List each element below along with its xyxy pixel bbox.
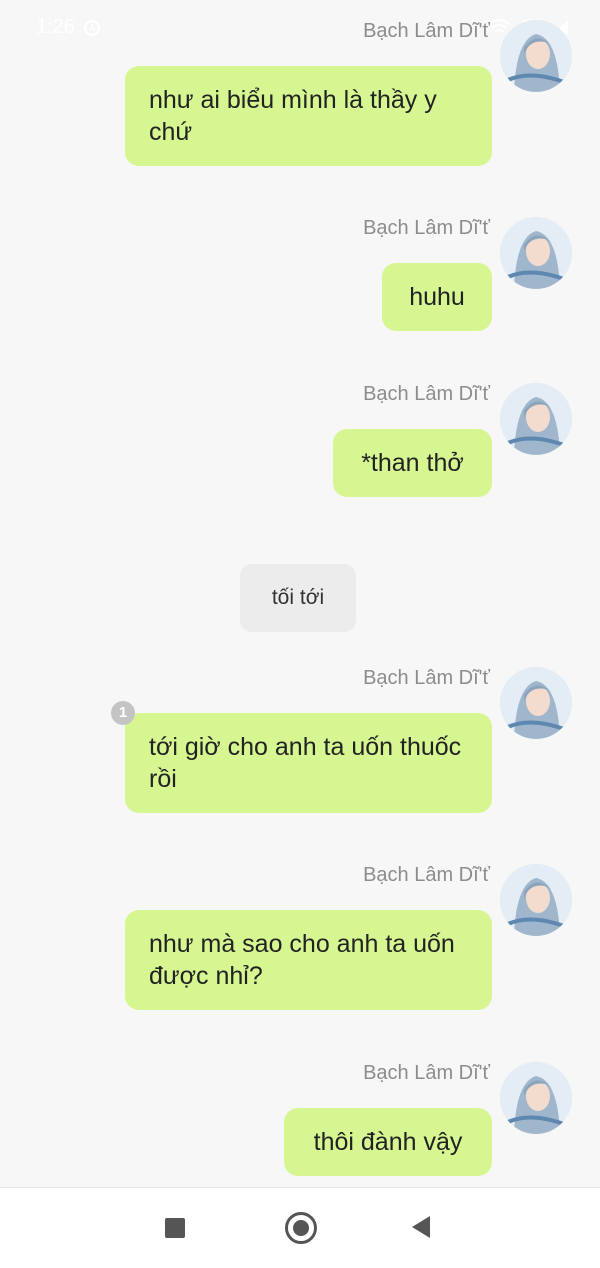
sender-name: Bạch Lâm Dĩ'ť — [363, 383, 490, 405]
avatar[interactable] — [500, 864, 572, 936]
avatar[interactable] — [500, 667, 572, 739]
unread-count-badge: 1 — [111, 701, 135, 725]
message-row: Bạch Lâm Dĩ'ť như mà sao cho anh ta uốn … — [0, 864, 600, 1014]
sender-name: Bạch Lâm Dĩ'ť — [363, 1062, 490, 1084]
avatar[interactable] — [500, 1062, 572, 1134]
back-icon[interactable] — [412, 1216, 430, 1238]
message-row: Bạch Lâm Dĩ'ť thôi đành vậy — [0, 1062, 600, 1182]
message-bubble[interactable]: thôi đành vậy — [284, 1108, 492, 1176]
avatar[interactable] — [500, 20, 572, 92]
message-bubble[interactable]: tới giờ cho anh ta uốn thuốc rồi — [125, 713, 492, 813]
message-bubble[interactable]: như ai biểu mình là thầy y chứ — [125, 66, 492, 166]
message-row: Bạch Lâm Dĩ'ť *than thở — [0, 383, 600, 503]
avatar[interactable] — [500, 383, 572, 455]
message-row: Bạch Lâm Dĩ'ť như ai biểu mình là thầy y… — [0, 20, 600, 170]
message-row: Bạch Lâm Dĩ'ť tới giờ cho anh ta uốn thu… — [0, 667, 600, 817]
sender-name: Bạch Lâm Dĩ'ť — [363, 20, 490, 42]
message-bubble[interactable]: huhu — [382, 263, 492, 331]
message-bubble[interactable]: như mà sao cho anh ta uốn được nhỉ? — [125, 910, 492, 1010]
sender-name: Bạch Lâm Dĩ'ť — [363, 667, 490, 689]
message-row: Bạch Lâm Dĩ'ť huhu — [0, 217, 600, 337]
navigation-bar — [0, 1187, 600, 1268]
sender-name: Bạch Lâm Dĩ'ť — [363, 217, 490, 239]
message-bubble[interactable]: *than thở — [333, 429, 492, 497]
home-icon[interactable] — [285, 1212, 317, 1244]
sender-name: Bạch Lâm Dĩ'ť — [363, 864, 490, 886]
recent-apps-icon[interactable] — [165, 1218, 185, 1238]
system-message: tối tới — [240, 564, 356, 632]
avatar[interactable] — [500, 217, 572, 289]
